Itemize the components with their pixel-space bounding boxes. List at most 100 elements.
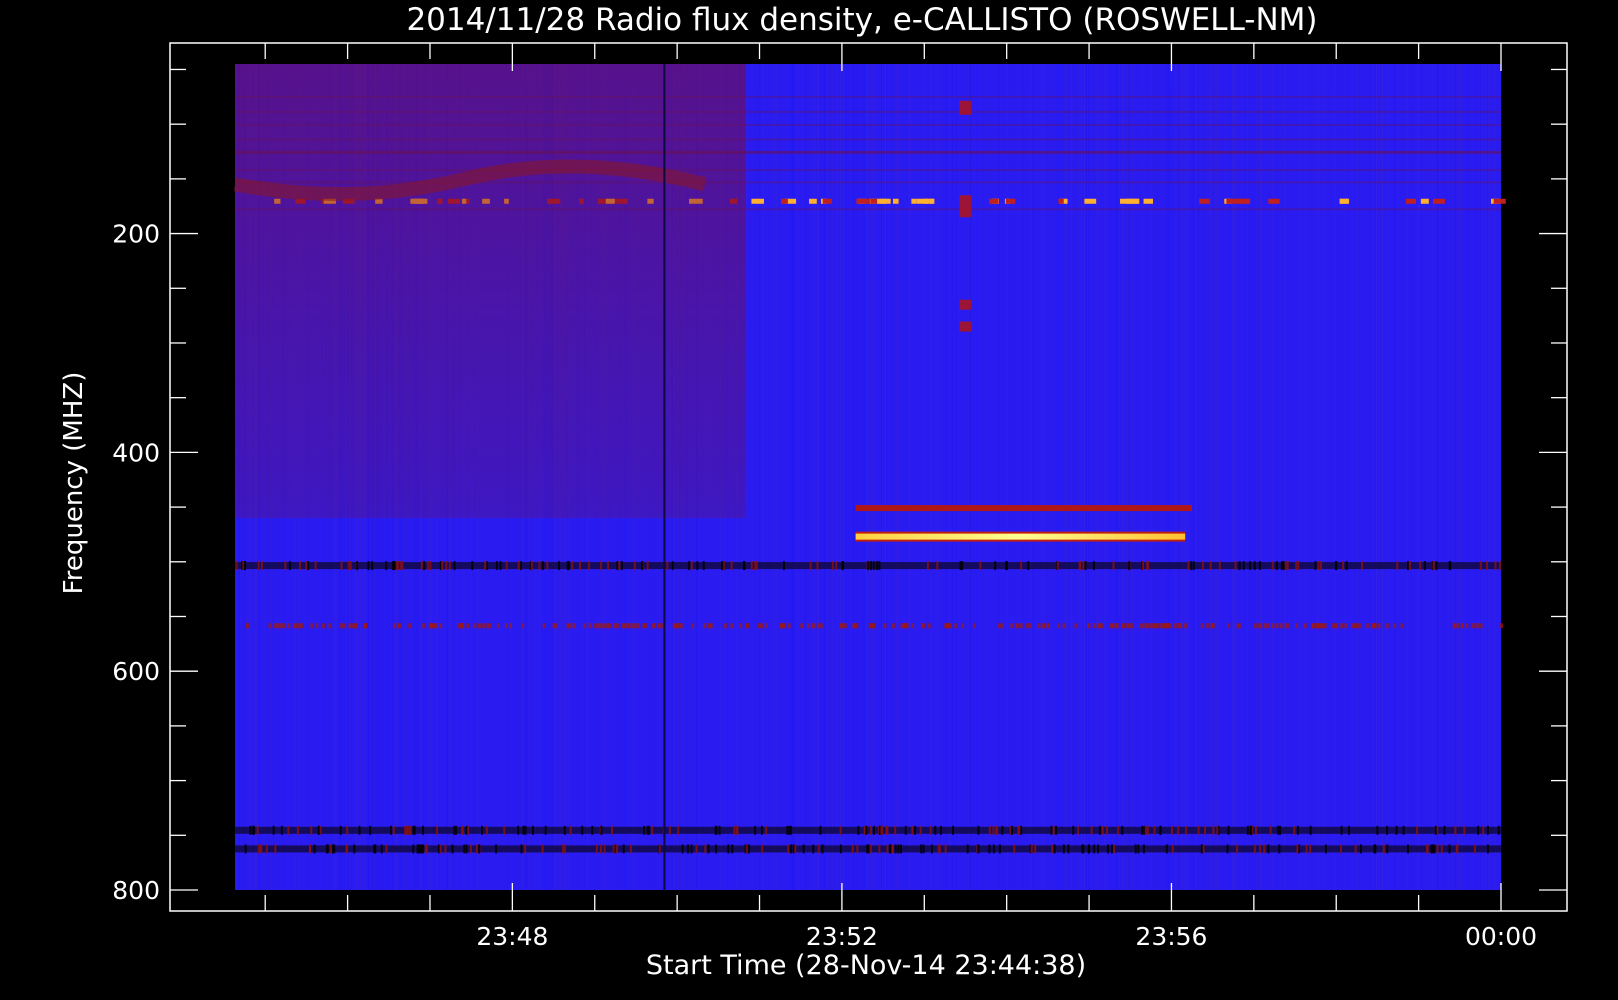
heatmap-streak [1235,64,1237,890]
dotted-band-spot [1493,198,1506,204]
band-speck [899,844,902,854]
band-speck [612,844,615,854]
band-speck [966,844,969,854]
band-speck [1121,825,1124,835]
band-speck [992,844,995,854]
band-speck [1050,825,1053,835]
heatmap-streak [880,64,882,890]
band-speck [733,825,736,835]
heatmap-streak [1449,64,1451,890]
heatmap-streak [860,64,862,890]
heatmap-streak [1209,64,1211,890]
heatmap-streak [998,64,1000,890]
band-speck [714,825,717,835]
red-band-speck [1200,623,1204,629]
band-speck [346,844,349,854]
band-speck [423,561,426,571]
band-speck [718,825,721,835]
band-speck [929,825,932,835]
band-speck [1072,825,1075,835]
band-speck [505,561,508,571]
band-speck [1234,561,1237,571]
red-band-speck [279,623,283,629]
heatmap-streak [1432,64,1434,890]
band-speck [1216,825,1219,835]
red-band-speck [245,623,249,629]
heatmap-streak [970,64,972,890]
red-band-speck [1295,623,1299,629]
red-band-speck [1159,623,1163,629]
band-speck [308,844,311,854]
heatmap-streak [1284,64,1286,890]
band-speck [704,844,707,854]
red-band-speck [1139,623,1143,629]
red-band-speck [1126,623,1130,629]
band-speck [1092,561,1095,571]
band-speck [690,561,693,571]
red-band-speck [315,623,319,629]
dotted-band-spot [1199,198,1210,204]
dotted-band-spot [1120,198,1130,204]
band-speck [622,844,625,854]
heatmap-streak [1116,64,1118,890]
red-band-speck [1149,623,1153,629]
red-band-speck [636,623,640,629]
dotted-band-spot [1405,198,1416,204]
red-band-speck [1465,623,1469,629]
heatmap-streak [1394,64,1396,890]
band-speck [1013,844,1016,854]
heatmap-streak [820,64,822,890]
band-speck [1309,844,1312,854]
band-speck [1141,561,1144,571]
burst-spot [959,195,972,218]
band-speck [1277,825,1280,835]
band-speck [1246,825,1249,835]
band-speck [249,825,252,835]
band-speck [730,561,733,571]
band-speck [1477,825,1480,835]
red-band-speck [911,623,915,629]
band-speck [736,825,739,835]
heatmap-streak [1369,64,1371,890]
band-speck [1030,844,1033,854]
heatmap-streak [1083,64,1085,890]
band-speck [426,561,429,571]
heatmap-streak [1457,64,1459,890]
band-speck [677,825,680,835]
red-band-speck [1087,623,1091,629]
heatmap-streak [1376,64,1377,890]
band-speck [1361,561,1364,571]
band-speck [252,825,255,835]
band-speck [353,844,356,854]
heatmap-streak [969,64,971,890]
band-speck [1407,561,1410,571]
red-band-speck [678,623,682,629]
band-speck [819,825,822,835]
band-speck [259,844,262,854]
band-speck [1416,825,1419,835]
band-speck [422,825,425,835]
heatmap-streak [831,64,833,890]
x-tick-label: 00:00 [1465,922,1537,951]
heatmap-streak [1156,64,1158,890]
heatmap-streak [1233,64,1235,890]
band-speck [721,561,724,571]
red-band-speck [723,623,727,629]
dotted-band-spot [1226,198,1234,204]
band-speck [886,844,889,854]
band-speck [1236,844,1239,854]
band-speck [1386,844,1389,854]
heatmap-streak [1485,64,1487,890]
band-speck [349,561,352,571]
heatmap-streak [1323,64,1325,890]
band-speck [1034,844,1037,854]
heatmap-streak [1030,64,1032,890]
band-speck [1082,844,1085,854]
band-speck [1253,844,1256,854]
band-speck [1408,561,1411,571]
heatmap-streak [1114,64,1116,890]
red-band-speck [1371,623,1375,629]
band-speck [1317,561,1320,571]
band-speck [1141,825,1144,835]
band-speck [646,561,649,571]
